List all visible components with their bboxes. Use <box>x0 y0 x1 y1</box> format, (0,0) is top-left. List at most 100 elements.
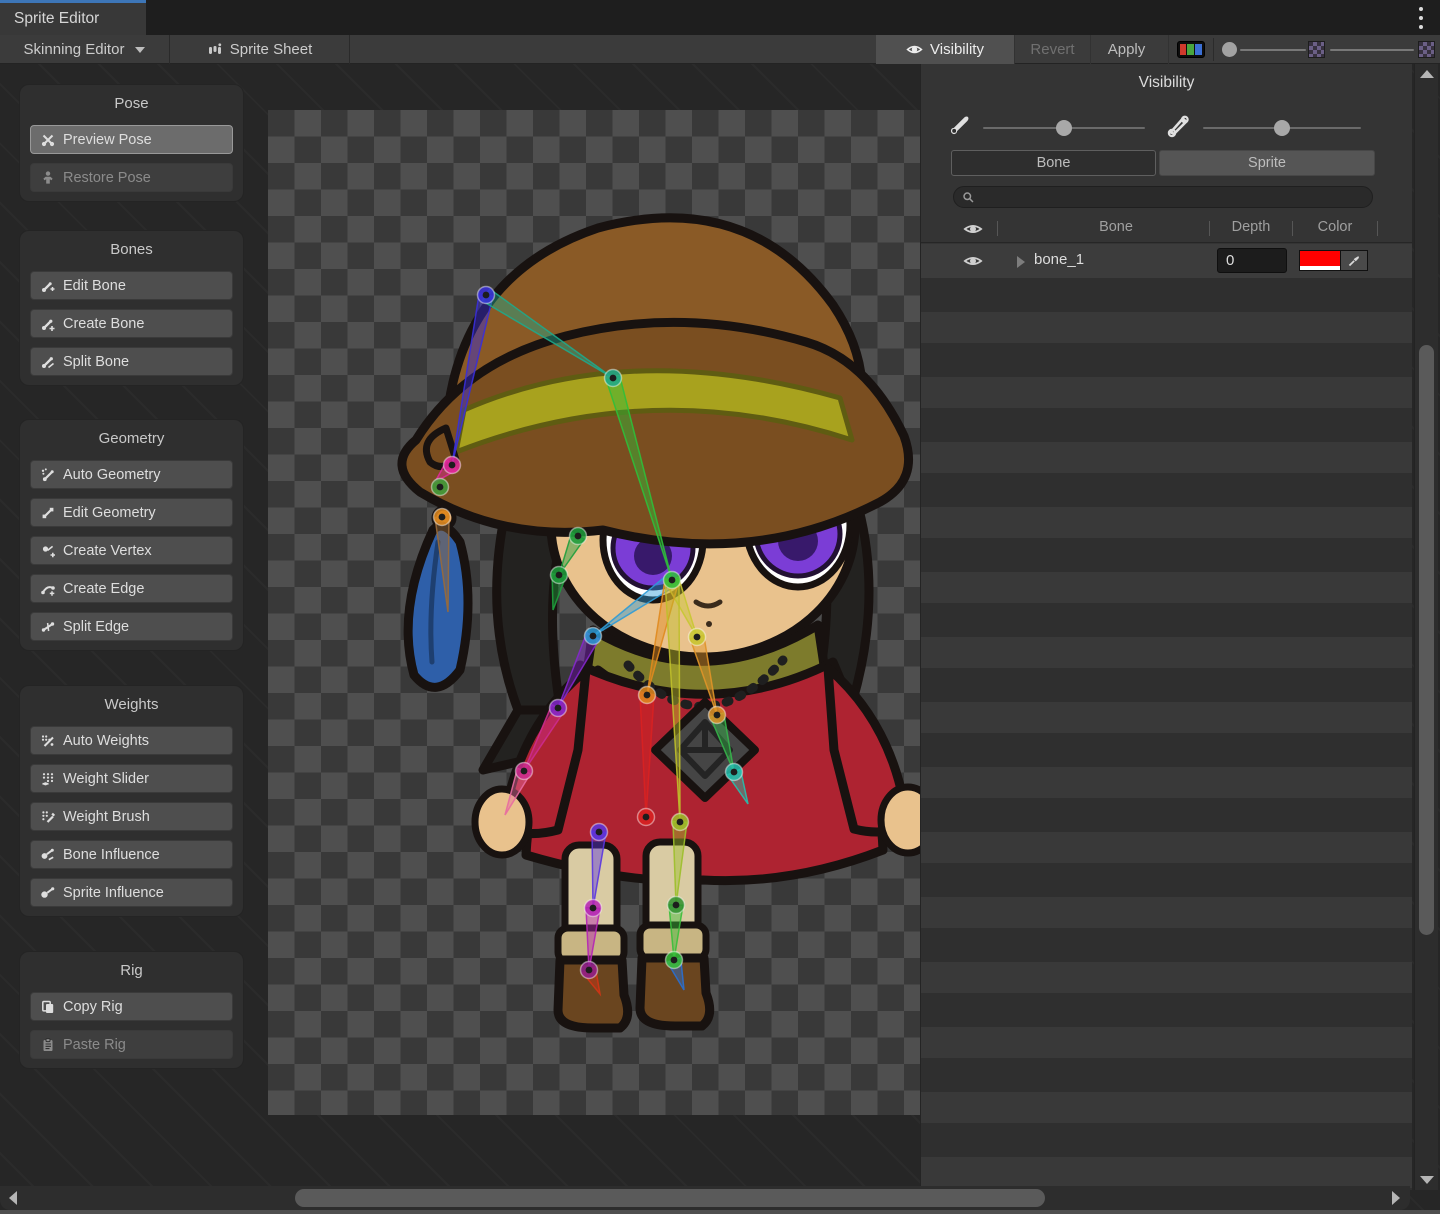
button-label: Bone Influence <box>63 847 160 863</box>
scroll-right-arrow[interactable] <box>1392 1191 1400 1205</box>
bone-joint[interactable] <box>672 814 689 831</box>
vertical-scrollbar-thumb[interactable] <box>1419 345 1434 935</box>
search-input[interactable] <box>953 186 1373 208</box>
panel-rig: RigCopy RigPaste Rig <box>20 952 243 1068</box>
button-label: Restore Pose <box>63 170 151 186</box>
sprite-opacity-slider[interactable] <box>1203 127 1361 129</box>
split-bone-button[interactable]: Split Bone <box>30 347 233 376</box>
bone-joint[interactable] <box>444 457 461 474</box>
horizontal-scrollbar-thumb[interactable] <box>295 1189 1045 1207</box>
auto-weights-button[interactable]: Auto Weights <box>30 726 233 755</box>
restore-pose-button[interactable]: Restore Pose <box>30 163 233 192</box>
bone-joint[interactable] <box>550 700 567 717</box>
weight-slider-button[interactable]: Weight Slider <box>30 764 233 793</box>
scroll-down-arrow[interactable] <box>1420 1176 1434 1184</box>
zoom-slider-track[interactable] <box>1240 49 1306 51</box>
bone-joint[interactable] <box>591 824 608 841</box>
apply-button[interactable]: Apply <box>1090 35 1162 64</box>
bone-joint[interactable] <box>638 809 655 826</box>
row-visibility-eye-icon[interactable] <box>963 251 983 275</box>
sprite-influence-button[interactable]: Sprite Influence <box>30 878 233 907</box>
split-edge-button[interactable]: Split Edge <box>30 612 233 641</box>
paste-rig-button[interactable]: Paste Rig <box>30 1030 233 1059</box>
geo-auto-icon <box>40 467 56 483</box>
preview-pose-button[interactable]: Preview Pose <box>30 125 233 154</box>
sprite-canvas[interactable] <box>268 110 920 1115</box>
bone-opacity-handle[interactable] <box>1056 120 1072 136</box>
bone-segment[interactable] <box>592 831 606 908</box>
tab-sprite[interactable]: Sprite <box>1159 150 1375 176</box>
bone-joint[interactable] <box>726 764 743 781</box>
create-vertex-button[interactable]: Create Vertex <box>30 536 233 565</box>
bone-segment[interactable] <box>665 580 680 822</box>
bone-joint[interactable] <box>585 900 602 917</box>
bone-segment[interactable] <box>673 822 687 905</box>
eye-icon <box>906 41 923 58</box>
bone-joint[interactable] <box>605 370 622 387</box>
column-bone[interactable]: Bone <box>1099 219 1133 235</box>
tab-bone[interactable]: Bone <box>951 150 1156 176</box>
panel-title: Weights <box>20 686 243 726</box>
rgb-alpha-toggle-button[interactable] <box>1168 35 1212 64</box>
sprite-opacity-handle[interactable] <box>1274 120 1290 136</box>
depth-input[interactable]: 0 <box>1217 248 1287 273</box>
bone-segment[interactable] <box>690 635 717 715</box>
bone-segment[interactable] <box>452 294 493 465</box>
panel-weights: WeightsAuto Weights Weight Slider Weight B… <box>20 686 243 916</box>
vertical-scrollbar[interactable] <box>1414 64 1438 1190</box>
bone-joint[interactable] <box>689 629 706 646</box>
horizontal-scrollbar[interactable] <box>0 1186 1410 1210</box>
revert-button[interactable]: Revert <box>1014 35 1090 64</box>
row-expander-icon[interactable] <box>1017 256 1025 268</box>
edge-split-icon <box>40 619 56 635</box>
bone-influence-icon <box>40 847 56 863</box>
button-label: Weight Brush <box>63 809 150 825</box>
edit-bone-button[interactable]: Edit Bone <box>30 271 233 300</box>
bone-joint[interactable] <box>570 528 587 545</box>
bone-joint[interactable] <box>434 509 451 526</box>
bone-joint[interactable] <box>432 479 449 496</box>
mip-slider-track[interactable] <box>1330 49 1414 51</box>
bone-joint[interactable] <box>709 707 726 724</box>
skinning-editor-dropdown[interactable]: Skinning Editor <box>0 35 170 64</box>
zoom-slider-handle[interactable] <box>1222 42 1237 57</box>
panel-title: Pose <box>20 85 243 125</box>
bone-opacity-slider[interactable] <box>983 127 1145 129</box>
create-bone-button[interactable]: Create Bone <box>30 309 233 338</box>
bone-segment[interactable] <box>435 517 449 612</box>
scroll-left-arrow[interactable] <box>9 1191 17 1205</box>
bone-joint[interactable] <box>585 628 602 645</box>
weight-brush-button[interactable]: Weight Brush <box>30 802 233 831</box>
column-depth[interactable]: Depth <box>1232 219 1271 235</box>
visibility-column-eye-icon[interactable] <box>963 219 983 243</box>
scroll-up-arrow[interactable] <box>1420 70 1434 78</box>
copy-rig-button[interactable]: Copy Rig <box>30 992 233 1021</box>
auto-geometry-button[interactable]: Auto Geometry <box>30 460 233 489</box>
bone-joint[interactable] <box>478 287 495 304</box>
kebab-menu-icon[interactable] <box>1419 7 1424 29</box>
skeleton-overlay[interactable] <box>268 110 920 1115</box>
bone-influence-button[interactable]: Bone Influence <box>30 840 233 869</box>
bone-joint[interactable] <box>664 572 681 589</box>
bone-joint[interactable] <box>551 567 568 584</box>
table-row-bone-1[interactable]: bone_1 0 <box>921 244 1412 278</box>
tab-sprite-editor[interactable]: Sprite Editor <box>0 0 146 35</box>
edit-geometry-button[interactable]: Edit Geometry <box>30 498 233 527</box>
visibility-toggle-button[interactable]: Visibility <box>876 35 1014 64</box>
bone-segment[interactable] <box>606 376 672 580</box>
bone-joint[interactable] <box>666 952 683 969</box>
create-edge-button[interactable]: Create Edge <box>30 574 233 603</box>
bone-joint[interactable] <box>639 687 656 704</box>
column-color[interactable]: Color <box>1318 219 1353 235</box>
pose-preview-icon <box>40 132 56 148</box>
bone-joint[interactable] <box>668 897 685 914</box>
eyedropper-button[interactable] <box>1341 250 1368 271</box>
sprite-sheet-button[interactable]: Sprite Sheet <box>170 35 350 64</box>
bone-segment[interactable] <box>482 289 613 378</box>
bone-joint[interactable] <box>581 962 598 979</box>
panel-pose: PosePreview Pose Restore Pose <box>20 85 243 201</box>
bone-segment[interactable] <box>640 695 654 817</box>
visibility-panel: Visibility Bone <box>920 64 1412 1190</box>
bone-color-swatch[interactable] <box>1299 250 1341 271</box>
bone-joint[interactable] <box>516 763 533 780</box>
